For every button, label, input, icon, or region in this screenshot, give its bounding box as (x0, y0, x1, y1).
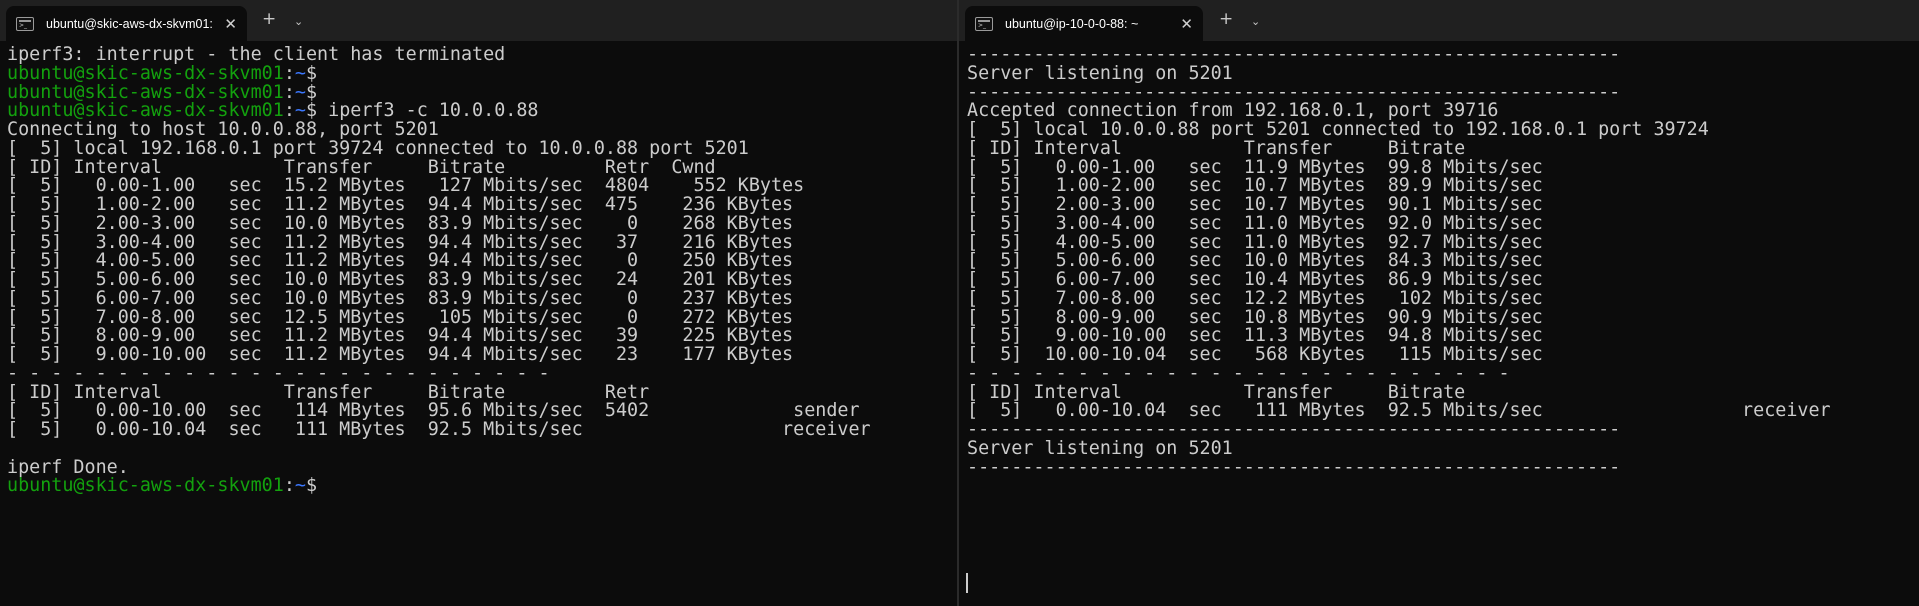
title-bar: >_ ubuntu@skic-aws-dx-skvm01: ✕ + ⌄ (0, 0, 957, 41)
line-text: ----------------------------------------… (967, 456, 1621, 478)
prompt-sigil: $ (305, 475, 329, 497)
tab-title: ubuntu@ip-10-0-0-88: ~ (1005, 16, 1139, 31)
terminal-line: [ 5] 0.00-10.04 sec 111 MBytes 92.5 Mbit… (7, 419, 871, 440)
new-tab-button[interactable]: + (262, 9, 276, 29)
text-cursor (966, 573, 968, 593)
line-text: [ 5] 0.00-10.04 sec 111 MBytes 92.5 Mbit… (7, 419, 871, 440)
tab-title: ubuntu@skic-aws-dx-skvm01: (46, 16, 213, 31)
terminal-tab[interactable]: >_ ubuntu@skic-aws-dx-skvm01: ✕ (6, 6, 247, 41)
prompt-path: ~ (294, 475, 306, 497)
prompt-user-host: ubuntu@skic-aws-dx-skvm01 (7, 475, 284, 497)
terminal-line: ----------------------------------------… (967, 456, 1831, 478)
desktop: >_ ubuntu@skic-aws-dx-skvm01: ✕ + ⌄ iper… (0, 0, 1919, 606)
terminal-output[interactable]: iperf3: interrupt - the client has termi… (7, 45, 871, 497)
prompt-separator: : (283, 475, 295, 497)
terminal-icon: >_ (16, 16, 34, 31)
dropdown-icon[interactable]: ⌄ (1251, 15, 1260, 28)
dropdown-icon[interactable]: ⌄ (294, 15, 303, 28)
close-tab-button[interactable]: ✕ (1180, 15, 1193, 33)
title-bar: >_ ubuntu@ip-10-0-0-88: ~ ✕ + ⌄ (959, 0, 1919, 41)
terminal-output[interactable]: ----------------------------------------… (967, 45, 1831, 478)
terminal-icon: >_ (975, 16, 993, 31)
terminal-window-right[interactable]: >_ ubuntu@ip-10-0-0-88: ~ ✕ + ⌄ --------… (959, 0, 1919, 606)
close-tab-button[interactable]: ✕ (224, 15, 237, 33)
terminal-window-left[interactable]: >_ ubuntu@skic-aws-dx-skvm01: ✕ + ⌄ iper… (0, 0, 957, 606)
terminal-tab[interactable]: >_ ubuntu@ip-10-0-0-88: ~ ✕ (965, 6, 1203, 41)
new-tab-button[interactable]: + (1219, 9, 1233, 29)
prompt-line: ubuntu@skic-aws-dx-skvm01:~$ (7, 475, 871, 497)
